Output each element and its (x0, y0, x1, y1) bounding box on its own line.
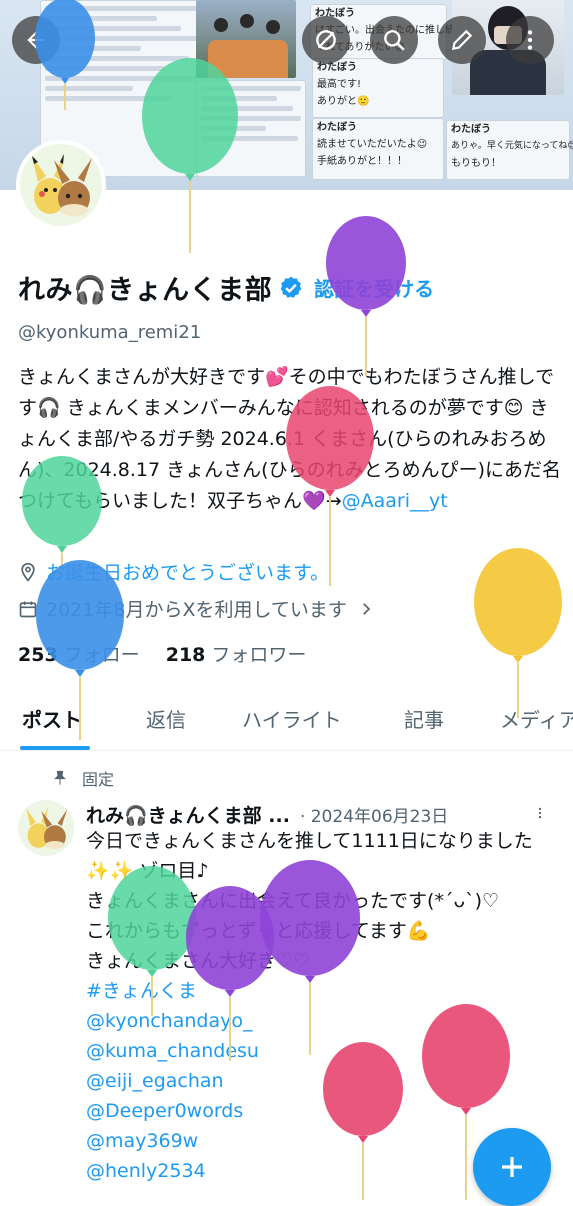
post-header: れみ🎧きょんくま部 ... · 2024年06月23日 (86, 801, 556, 828)
active-tab-indicator (20, 746, 90, 750)
pinned-label: 固定 (82, 770, 115, 789)
post-mention-link[interactable]: @kuma_chandesu (86, 1036, 556, 1066)
post-body[interactable]: 今日できょんくまさんを推して1111日になりました✨✨ ゾロ目♪ きょんくまさん… (86, 826, 556, 1186)
post-more-button[interactable] (533, 803, 547, 828)
post-author-avatar[interactable] (18, 800, 74, 856)
banner-reply-card-1: わたぼう 最高です! ありがと🙂 (312, 58, 444, 118)
location-icon (21, 562, 35, 582)
profile-name-row: れみ🎧きょんくま部 認証を受ける (18, 268, 434, 307)
post-date[interactable]: · 2024年06月23日 (300, 807, 448, 827)
grok-button[interactable] (302, 16, 350, 64)
following-count: 253 (18, 644, 58, 666)
post-mention-link[interactable]: @kyonchandayo_ (86, 1006, 556, 1036)
post-author-name[interactable]: れみ🎧きょんくま部 ... (86, 805, 290, 827)
profile-location-row: お誕生日おめでとうございます。 (18, 558, 329, 585)
grok-icon (316, 30, 336, 50)
profile-avatar[interactable] (16, 140, 106, 230)
tab-media[interactable]: メディア (500, 704, 573, 733)
post-mention-link[interactable]: @Deeper0words (86, 1096, 556, 1126)
banner-group-photo (196, 0, 296, 78)
pinned-label-row: 固定 (52, 766, 114, 790)
edit-button[interactable] (438, 16, 486, 64)
post-avatar-image (18, 800, 74, 856)
banner-reply-card-3: わたぼう ありゃ。早く元気になってね😊 もりもり！ (446, 120, 573, 180)
banner-shot-mid (196, 80, 306, 177)
tab-articles[interactable]: 記事 (404, 704, 444, 733)
post-mention-link[interactable]: @eiji_egachan (86, 1066, 556, 1096)
back-button[interactable] (12, 16, 60, 64)
compose-post-button[interactable] (473, 1128, 551, 1206)
followers-label: フォロワー (211, 644, 307, 666)
more-vertical-icon (527, 30, 533, 50)
plus-icon (502, 1157, 522, 1177)
chevron-right-icon (363, 602, 371, 615)
verified-badge-icon[interactable] (278, 275, 304, 301)
pin-icon (54, 770, 66, 785)
get-verified-link[interactable]: 認証を受ける (314, 273, 434, 302)
bio-text: きょんくまさんが大好きです💕その中でもわたぼうさん推しです🎧 きょんくまメンバー… (18, 366, 561, 512)
edit-icon (451, 29, 473, 51)
followers-link[interactable]: 218 フォロワー (166, 644, 307, 666)
tab-highlights[interactable]: ハイライト (242, 704, 342, 733)
back-arrow-icon (27, 31, 45, 49)
avatar-image (20, 144, 102, 226)
profile-handle: @kyonkuma_remi21 (18, 322, 202, 343)
followers-count: 218 (165, 644, 206, 666)
post-text-line: 今日できょんくまさんを推して1111日になりました✨✨ ゾロ目♪ (86, 830, 533, 882)
tab-posts[interactable]: ポスト (22, 704, 82, 733)
profile-display-name: れみ🎧きょんくま部 (18, 275, 273, 306)
bio-mention-link[interactable]: @Aaari__yt (342, 490, 448, 512)
post-text-line: きょんくまさん大好き♡♡ (86, 950, 311, 972)
profile-tabs: ポスト 返信 ハイライト 記事 メディア (0, 690, 573, 751)
banner-reply-card-2: わたぼう 読ませていただいたよ😉 手紙ありがと！！！ (312, 118, 444, 180)
search-button[interactable] (370, 16, 418, 64)
tab-replies[interactable]: 返信 (146, 704, 186, 733)
following-label: フォロー (63, 644, 140, 666)
post-text-line: これからもずっとずっと応援してます💪 (86, 920, 431, 942)
search-icon (384, 30, 405, 51)
profile-location-text: お誕生日おめでとうございます。 (46, 562, 330, 584)
more-button[interactable] (506, 16, 554, 64)
follow-stats: 253 フォロー 218 フォロワー (18, 640, 306, 667)
following-link[interactable]: 253 フォロー (18, 644, 140, 666)
calendar-icon (19, 601, 37, 617)
profile-joined-text: 2021年8月からXを利用しています (46, 599, 347, 621)
profile-bio: きょんくまさんが大好きです💕その中でもわたぼうさん推しです🎧 きょんくまメンバー… (18, 362, 563, 517)
post-hashtag-link[interactable]: #きょんくま (86, 976, 556, 1006)
more-vertical-icon (538, 807, 542, 819)
profile-joined-row[interactable]: 2021年8月からXを利用しています (18, 595, 375, 622)
post-text-line: きょんくまさんに出会えて良かったです(*´ᴗ`)♡ (86, 890, 500, 912)
